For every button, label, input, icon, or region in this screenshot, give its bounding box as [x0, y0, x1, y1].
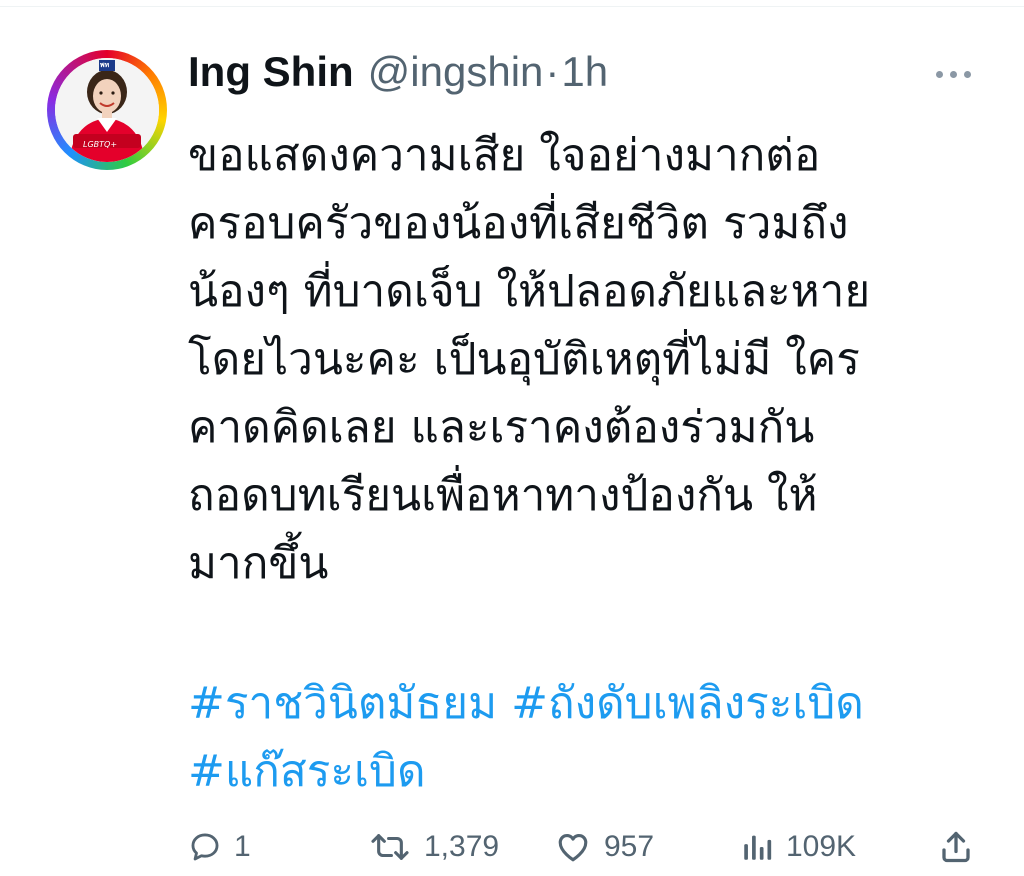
tweet-text-line: คาดคิดเลย และเราคงต้องร่วมกัน: [188, 402, 815, 453]
tweet-header: Ing Shin @ingshin · 1h: [188, 48, 608, 104]
views-icon: [740, 830, 774, 864]
share-icon: [938, 829, 974, 865]
more-dot: [964, 70, 971, 78]
retweet-icon: [368, 830, 412, 864]
tweet-time[interactable]: 1h: [561, 48, 608, 96]
separator-dot: ·: [545, 48, 560, 95]
reply-count: 1: [234, 830, 251, 863]
tweet-text-line: มากขึ้น: [188, 538, 329, 589]
tweet[interactable]: พท LGBTQ+ Ing Shin @ingshin · 1h ขอแสดงค…: [0, 0, 1024, 876]
avatar[interactable]: พท LGBTQ+: [47, 50, 167, 170]
more-icon[interactable]: [936, 64, 976, 84]
retweet-count: 1,379: [424, 830, 500, 863]
tweet-text-line: ครอบครัวของน้องที่เสียชีวิต รวมถึง: [188, 198, 849, 249]
hashtags: #ราชวินิตมัธยม #ถังดับเพลิงระเบิด #แก๊สร…: [188, 670, 1008, 806]
more-dot: [950, 70, 957, 78]
display-name[interactable]: Ing Shin: [188, 48, 354, 96]
reply-button[interactable]: 1: [188, 822, 251, 872]
tweet-text-line: ถอดบทเรียนเพื่อหาทางป้องกัน ให้: [188, 470, 818, 521]
views-count: 109K: [786, 830, 857, 863]
like-count: 957: [604, 830, 655, 863]
reply-icon: [188, 830, 222, 864]
like-icon: [554, 830, 592, 864]
hashtag-link[interactable]: #ถังดับเพลิงระเบิด: [511, 678, 864, 729]
tweet-text-line: ขอแสดงความเสีย ใจอย่างมากต่อ: [188, 130, 821, 181]
tweet-text-line: น้องๆ ที่บาดเจ็บ ให้ปลอดภัยและหาย: [188, 266, 871, 317]
avatar-image: พท LGBTQ+: [55, 58, 159, 162]
hashtag-link[interactable]: #แก๊สระเบิด: [188, 746, 426, 797]
share-button[interactable]: [938, 822, 974, 872]
avatar-caption: LGBTQ+: [83, 140, 118, 149]
user-handle[interactable]: @ingshin: [368, 48, 544, 96]
tweet-text-line: โดยไวนะคะ เป็นอุบัติเหตุที่ไม่มี ใคร: [188, 334, 860, 385]
tweet-text: ขอแสดงความเสีย ใจอย่างมากต่อ ครอบครัวของ…: [188, 122, 988, 598]
retweet-button[interactable]: 1,379: [368, 822, 499, 872]
like-button[interactable]: 957: [554, 822, 654, 872]
action-bar: 1 1,379 957 109K: [188, 822, 978, 872]
hashtag-link[interactable]: #ราชวินิตมัธยม: [188, 678, 497, 729]
avatar-badge: พท: [100, 61, 110, 69]
views-button[interactable]: 109K: [740, 822, 856, 872]
more-dot: [936, 70, 943, 78]
